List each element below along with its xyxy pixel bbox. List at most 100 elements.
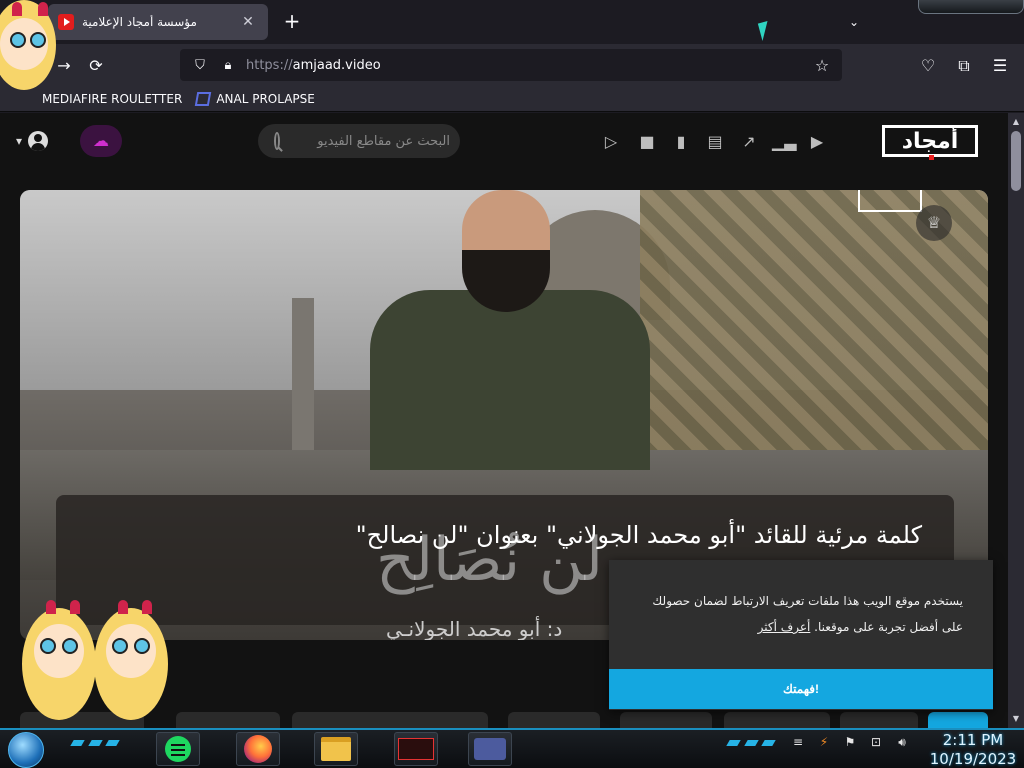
bookmarks-bar: MEDIAFIRE ROULETTER ANAL PROLAPSE xyxy=(0,86,1024,112)
sticker-eye xyxy=(62,638,78,654)
cookie-learn-more-link[interactable]: أعرف أكثر xyxy=(758,620,811,634)
stats-icon[interactable]: ▁▃ xyxy=(772,131,797,153)
browser-tab[interactable]: مؤسسة أمجاد الإعلامية ✕ xyxy=(48,4,268,40)
browser-navbar: → ⟳ ⛉ 🔒︎ https://amjaad.video ☆ ♡ ⧉ ☰ xyxy=(0,44,1024,86)
award-icon[interactable]: ♕ xyxy=(916,205,952,241)
logo-dot xyxy=(929,155,934,160)
video-app-button[interactable] xyxy=(394,732,438,766)
volume-icon[interactable]: 🔊︎ xyxy=(894,734,910,750)
video-thumbnail-active[interactable] xyxy=(928,712,988,728)
sticker-eye xyxy=(30,32,46,48)
bookmark-second[interactable]: ANAL PROLAPSE xyxy=(195,91,315,106)
search-input[interactable] xyxy=(280,133,450,149)
close-tab-icon[interactable]: ✕ xyxy=(238,14,258,30)
caret-down-icon: ▾ xyxy=(16,134,23,148)
account-menu[interactable]: ▾ xyxy=(16,131,49,151)
film-icon[interactable]: ▮ xyxy=(670,131,692,153)
search-box[interactable] xyxy=(258,124,460,158)
media-app-button[interactable] xyxy=(468,732,512,766)
speaker-body xyxy=(370,290,650,470)
start-button[interactable] xyxy=(8,732,44,768)
browser-tab-strip: مؤسسة أمجاد الإعلامية ✕ + ⌄ xyxy=(0,0,1024,44)
clock-date: 10/19/2023 xyxy=(929,750,1017,768)
tab-title: مؤسسة أمجاد الإعلامية xyxy=(82,15,197,29)
sticker-horn xyxy=(46,600,56,614)
spotify-icon xyxy=(165,736,191,762)
spotify-app-button[interactable] xyxy=(156,732,200,766)
window-frame-decoration xyxy=(918,0,1024,14)
cloud-upload-icon: ☁ xyxy=(93,131,109,150)
network-icon[interactable]: ⊡ xyxy=(868,734,884,750)
sticker-eye xyxy=(40,638,56,654)
play-icon[interactable]: ▷ xyxy=(600,131,622,153)
video-thumbnail[interactable] xyxy=(176,712,280,728)
shield-icon[interactable]: ⛉ xyxy=(190,58,210,73)
sticker-horn xyxy=(118,600,128,614)
clapper-icon[interactable]: ▤ xyxy=(704,131,726,153)
bookmark-mediafire[interactable]: MEDIAFIRE ROULETTER xyxy=(42,92,182,106)
clock-time: 2:11 PM xyxy=(942,731,1004,749)
sticker-horn xyxy=(70,600,80,614)
language-icon[interactable]: ⚡ xyxy=(816,734,832,750)
site-header: ▾ ☁ ▷ ■ ▮ ▤ ↗ ▁▃ ▶ أمجاد xyxy=(0,113,1008,171)
sticker-eye xyxy=(10,32,26,48)
windows-taskbar: ≡ ⚡ ⚑ ⊡ 🔊︎ 2:11 PM 10/19/2023 xyxy=(0,728,1024,768)
sticker-horn xyxy=(38,2,48,16)
logo-text: أمجاد xyxy=(901,128,959,154)
account-icon xyxy=(28,131,49,151)
url-scheme: https:// xyxy=(246,57,293,73)
chevron-down-icon: ⌄ xyxy=(848,15,860,29)
site-logo[interactable]: أمجاد xyxy=(882,125,978,160)
page-scrollbar[interactable]: ▲ ▼ xyxy=(1008,113,1024,728)
taskbar-decoration xyxy=(726,740,776,754)
new-tab-button[interactable]: + xyxy=(278,8,306,36)
video-thumbnail[interactable] xyxy=(724,712,830,728)
pocket-icon[interactable]: ♡ xyxy=(914,52,942,80)
camera-icon[interactable]: ■ xyxy=(636,131,658,153)
flag-icon[interactable]: ⚑ xyxy=(842,734,858,750)
tab-list-button[interactable]: ⌄ xyxy=(842,10,866,34)
cartoon-sticker-top xyxy=(0,0,60,110)
scroll-thumb[interactable] xyxy=(1011,131,1021,191)
bookmark-sigma-icon xyxy=(195,91,212,106)
hero-speaker-image xyxy=(350,190,670,470)
sticker-horn xyxy=(142,600,152,614)
url-text[interactable]: https://amjaad.video xyxy=(246,58,812,73)
url-host: amjaad.video xyxy=(292,57,381,73)
video-icon[interactable]: ▶ xyxy=(806,131,828,153)
tray-expand-icon[interactable]: ≡ xyxy=(790,734,806,750)
sticker-eye xyxy=(134,638,150,654)
cookie-accept-button[interactable]: فهمتك! xyxy=(609,669,993,709)
lock-icon[interactable]: 🔒︎ xyxy=(218,58,238,73)
firefox-icon xyxy=(244,735,272,763)
video-thumbnail[interactable] xyxy=(508,712,600,728)
reload-icon[interactable]: ⟳ xyxy=(82,52,110,80)
sticker-horn xyxy=(12,2,22,16)
video-thumbnail[interactable] xyxy=(620,712,712,728)
cartoon-sticker-bottom xyxy=(22,600,172,725)
trending-icon[interactable]: ↗ xyxy=(738,131,760,153)
hero-subtitle: د: أبو محمد الجولانـي xyxy=(386,617,563,640)
bookmark-star-icon[interactable]: ☆ xyxy=(812,56,832,75)
extensions-icon[interactable]: ⧉ xyxy=(950,52,978,80)
media-player-icon xyxy=(474,738,506,760)
mouse-cursor-icon xyxy=(757,21,773,41)
video-thumbnail[interactable] xyxy=(292,712,488,728)
upload-button[interactable]: ☁ xyxy=(80,125,122,157)
search-icon[interactable] xyxy=(274,132,280,150)
firefox-app-button[interactable] xyxy=(236,732,280,766)
video-thumbnail[interactable] xyxy=(840,712,918,728)
taskbar-decoration xyxy=(70,740,120,754)
url-bar[interactable]: ⛉ 🔒︎ https://amjaad.video ☆ xyxy=(180,49,842,81)
scroll-up-icon[interactable]: ▲ xyxy=(1008,115,1024,129)
hero-title[interactable]: كلمة مرئية للقائد "أبو محمد الجولاني" بع… xyxy=(56,521,922,549)
scroll-down-icon[interactable]: ▼ xyxy=(1008,712,1024,726)
system-clock[interactable]: 2:11 PM 10/19/2023 xyxy=(928,730,1018,768)
cookie-text: يستخدم موقع الويب هذا ملفات تعريف الارتب… xyxy=(629,588,963,640)
video-thumbnail-icon xyxy=(398,738,434,760)
file-explorer-app-button[interactable] xyxy=(314,732,358,766)
bookmark-label: MEDIAFIRE ROULETTER xyxy=(42,91,183,106)
menu-icon[interactable]: ☰ xyxy=(986,52,1014,80)
sticker-eye xyxy=(112,638,128,654)
folder-icon xyxy=(321,737,351,761)
